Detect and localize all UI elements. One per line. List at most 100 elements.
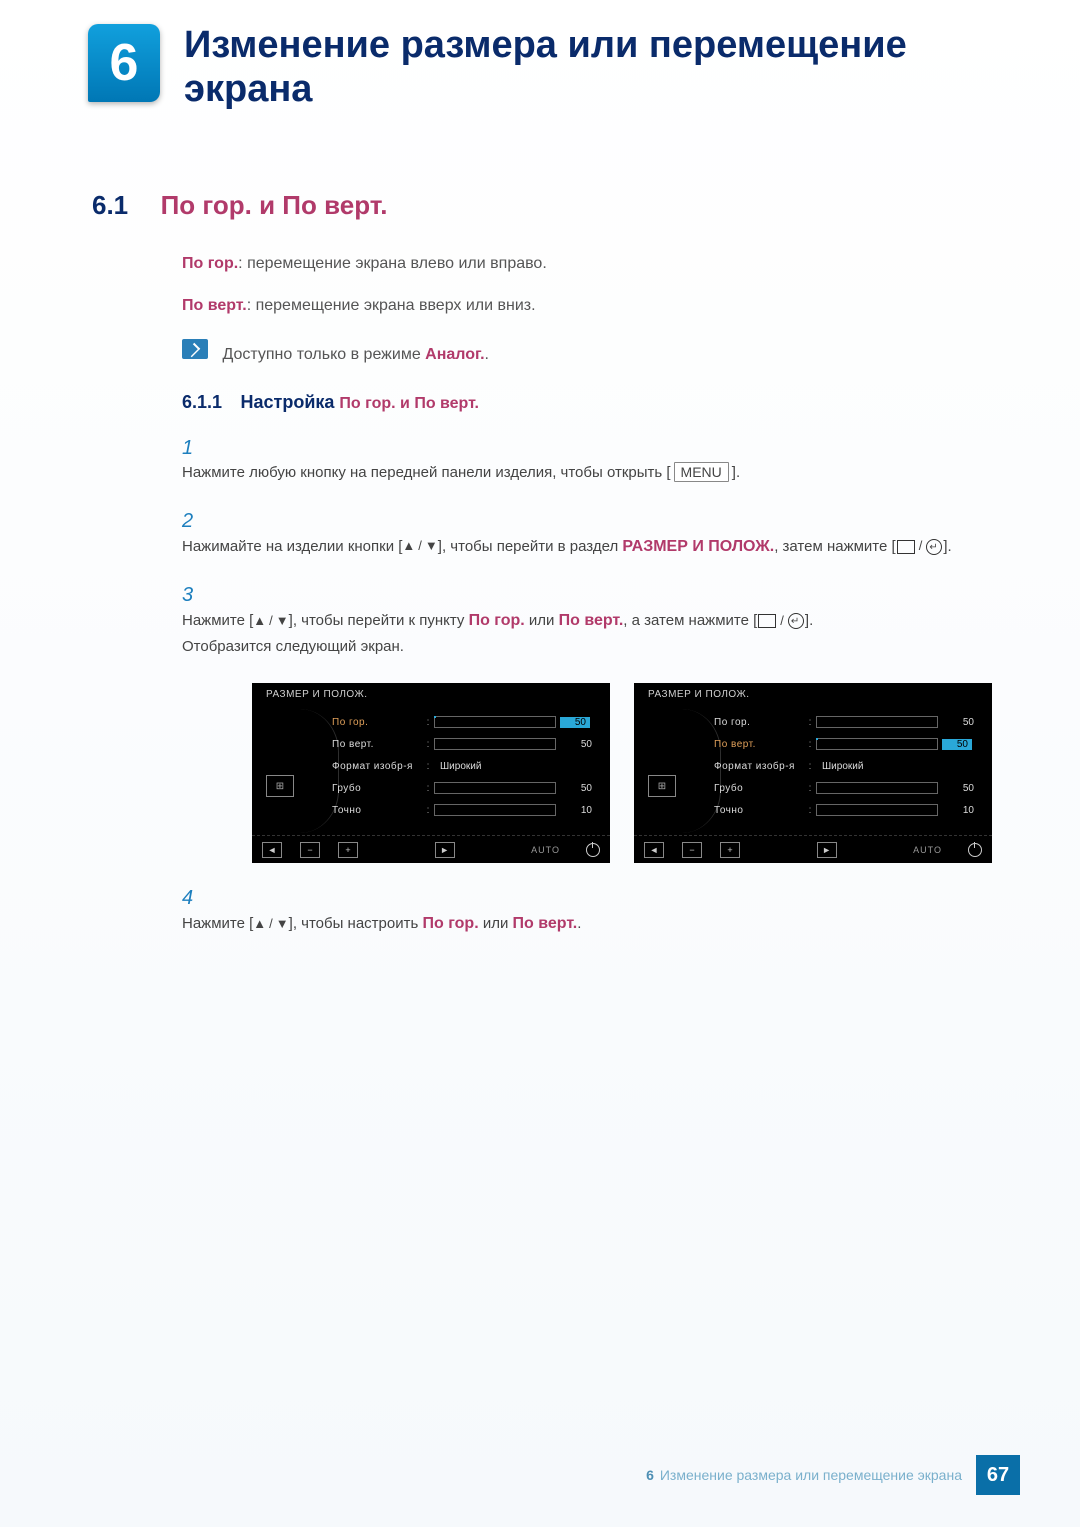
- menu-button-label: MENU: [674, 462, 729, 482]
- osd-row-hgor: По гор.: 50: [714, 711, 974, 733]
- footer-chapter-number: 6: [646, 1467, 654, 1483]
- osd-row-fine: Точно: 10: [332, 799, 592, 821]
- osd-footer: ◄ − + ► AUTO: [252, 835, 610, 863]
- osd-value: 50: [944, 783, 974, 794]
- step-2-text: Нажимайте на изделии кнопки [/], чтобы п…: [182, 533, 1002, 560]
- osd-label: По гор.: [714, 717, 804, 728]
- osd-row-format: Формат изобр-я: Широкий: [714, 755, 974, 777]
- section-title: По гор. и По верт.: [161, 190, 388, 220]
- step-4-post: .: [577, 915, 581, 932]
- step-4-mid: ], чтобы настроить: [289, 915, 423, 932]
- def-v-sep: :: [247, 297, 256, 314]
- step-3-pre: Нажмите [: [182, 612, 253, 629]
- osd-value: 50: [560, 717, 590, 728]
- osd-row-vert: По верт.: 50: [332, 733, 592, 755]
- osd-value: 50: [562, 739, 592, 750]
- step-4-vert: По верт.: [513, 915, 578, 932]
- page-footer: 6 Изменение размера или перемещение экра…: [646, 1455, 1020, 1495]
- plus-icon: +: [720, 842, 740, 858]
- def-h-sep: :: [238, 255, 247, 272]
- section-number: 6.1: [92, 190, 128, 220]
- step-3-mid2: , а затем нажмите [: [623, 612, 757, 629]
- osd-label: По гор.: [332, 717, 422, 728]
- step-2-pre: Нажимайте на изделии кнопки [: [182, 538, 402, 555]
- step-4-hgor: По гор.: [422, 915, 478, 932]
- up-down-icon: /: [402, 535, 437, 557]
- osd-value: Широкий: [440, 761, 481, 772]
- osd-label: Точно: [714, 805, 804, 816]
- osd-label: Точно: [332, 805, 422, 816]
- subsection-title: Настройка По гор. и По верт.: [241, 392, 480, 412]
- osd-row-format: Формат изобр-я: Широкий: [332, 755, 592, 777]
- osd-value: 10: [944, 805, 974, 816]
- osd-row-fine: Точно: 10: [714, 799, 974, 821]
- osd-value: 50: [944, 717, 974, 728]
- chapter-title-line1: Изменение размера или перемещение: [184, 24, 907, 66]
- step-3-tail: Отобразится следующий экран.: [182, 638, 404, 655]
- up-down-icon: /: [253, 913, 288, 935]
- step-2-num: 2: [182, 510, 212, 533]
- osd-row-hgor: По гор.: 50: [332, 711, 592, 733]
- osd-preview-group: РАЗМЕР И ПОЛОЖ. ⊞ По гор.: 50 По верт.: …: [252, 683, 992, 863]
- note-text-pre: Доступно только в режиме: [222, 346, 425, 363]
- osd-label: Грубо: [332, 783, 422, 794]
- step-3-or: или: [525, 612, 559, 629]
- page-number-badge: 67: [976, 1455, 1020, 1495]
- plus-icon: +: [338, 842, 358, 858]
- note-text-post: .: [485, 346, 489, 363]
- minus-icon: −: [300, 842, 320, 858]
- def-v-label: По верт.: [182, 297, 247, 314]
- step-2-between: ], чтобы перейти в раздел: [438, 538, 623, 555]
- osd-label: По верт.: [332, 739, 422, 750]
- auto-label: AUTO: [531, 845, 560, 855]
- osd-section-icon: ⊞: [266, 775, 294, 797]
- step-1-pre: Нажмите любую кнопку на передней панели …: [182, 464, 666, 481]
- auto-label: AUTO: [913, 845, 942, 855]
- osd-panel-hgor: РАЗМЕР И ПОЛОЖ. ⊞ По гор.: 50 По верт.: …: [252, 683, 610, 863]
- def-v-text: перемещение экрана вверх или вниз.: [256, 297, 536, 314]
- source-enter-icon: /: [896, 535, 944, 557]
- chapter-number-badge: 6: [88, 24, 160, 102]
- osd-row-vert: По верт.: 50: [714, 733, 974, 755]
- def-h-label: По гор.: [182, 255, 238, 272]
- osd-row-coarse: Грубо: 50: [332, 777, 592, 799]
- step-3-vert: По верт.: [559, 612, 624, 629]
- step-4-num: 4: [182, 887, 212, 910]
- up-down-icon: /: [253, 610, 288, 632]
- back-icon: ◄: [644, 842, 664, 858]
- chapter-title: Изменение размера или перемещение экрана: [184, 24, 907, 111]
- osd-row-coarse: Грубо: 50: [714, 777, 974, 799]
- note-icon: [182, 339, 208, 359]
- osd-value: 50: [942, 739, 972, 750]
- source-enter-icon: /: [757, 610, 805, 632]
- step-1-num: 1: [182, 437, 212, 460]
- step-3-text: Нажмите [/], чтобы перейти к пункту По г…: [182, 607, 1002, 660]
- osd-panel-vert: РАЗМЕР И ПОЛОЖ. ⊞ По гор.: 50 По верт.: …: [634, 683, 992, 863]
- power-icon: [586, 843, 600, 857]
- chapter-title-line2: экрана: [184, 68, 312, 110]
- osd-value: Широкий: [822, 761, 863, 772]
- osd-value: 50: [562, 783, 592, 794]
- back-icon: ◄: [262, 842, 282, 858]
- minus-icon: −: [682, 842, 702, 858]
- footer-text: Изменение размера или перемещение экрана: [660, 1467, 962, 1483]
- osd-title: РАЗМЕР И ПОЛОЖ.: [648, 689, 750, 700]
- osd-label: Грубо: [714, 783, 804, 794]
- step-4-or: или: [479, 915, 513, 932]
- step-2-section: РАЗМЕР И ПОЛОЖ.: [622, 538, 774, 555]
- step-4-text: Нажмите [/], чтобы настроить По гор. или…: [182, 910, 1002, 937]
- play-icon: ►: [435, 842, 455, 858]
- step-3-hgor: По гор.: [469, 612, 525, 629]
- osd-section-icon: ⊞: [648, 775, 676, 797]
- step-2-mid: , затем нажмите [: [774, 538, 895, 555]
- subsection-title-hl: По гор. и По верт.: [339, 395, 479, 412]
- note-mode: Аналог.: [425, 346, 484, 363]
- osd-title: РАЗМЕР И ПОЛОЖ.: [266, 689, 368, 700]
- step-3-mid1: ], чтобы перейти к пункту: [289, 612, 469, 629]
- step-1-text: Нажмите любую кнопку на передней панели …: [182, 460, 1002, 486]
- osd-footer: ◄ − + ► AUTO: [634, 835, 992, 863]
- power-icon: [968, 843, 982, 857]
- def-h-text: перемещение экрана влево или вправо.: [247, 255, 547, 272]
- step-3-num: 3: [182, 584, 212, 607]
- step-1-post: .: [736, 464, 740, 481]
